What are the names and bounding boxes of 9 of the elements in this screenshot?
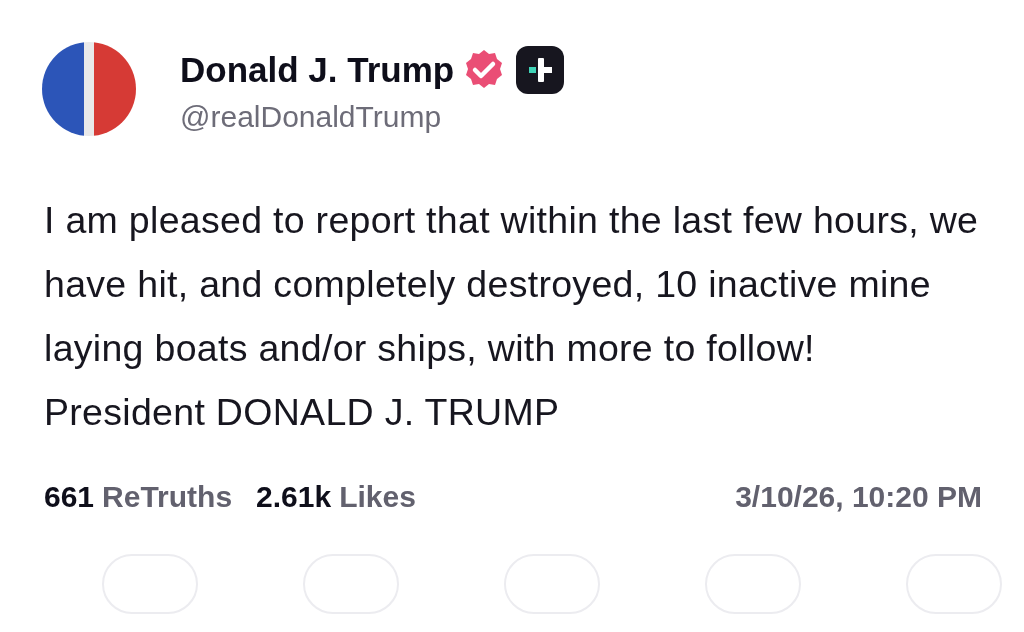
stat-count: 661 [44,480,95,514]
stat-label[interactable]: ReTruths [102,480,233,514]
plus-badge-icon [514,44,567,96]
post-timestamp: 3/10/26, 10:20 PM [735,480,982,514]
stat-label[interactable]: Likes [339,480,416,514]
stat-count: 2.61k [256,480,332,514]
author-name: Donald J. Trump [180,50,455,90]
post-text: I am pleased to report that within the last few hours, we have hit, and completely destroyed, 10 inactive mine laying boats and/or ships, with more to follow! President DONALD J. TRUMP [44,198,980,435]
author-handle: @realDonaldTrump [180,100,443,134]
